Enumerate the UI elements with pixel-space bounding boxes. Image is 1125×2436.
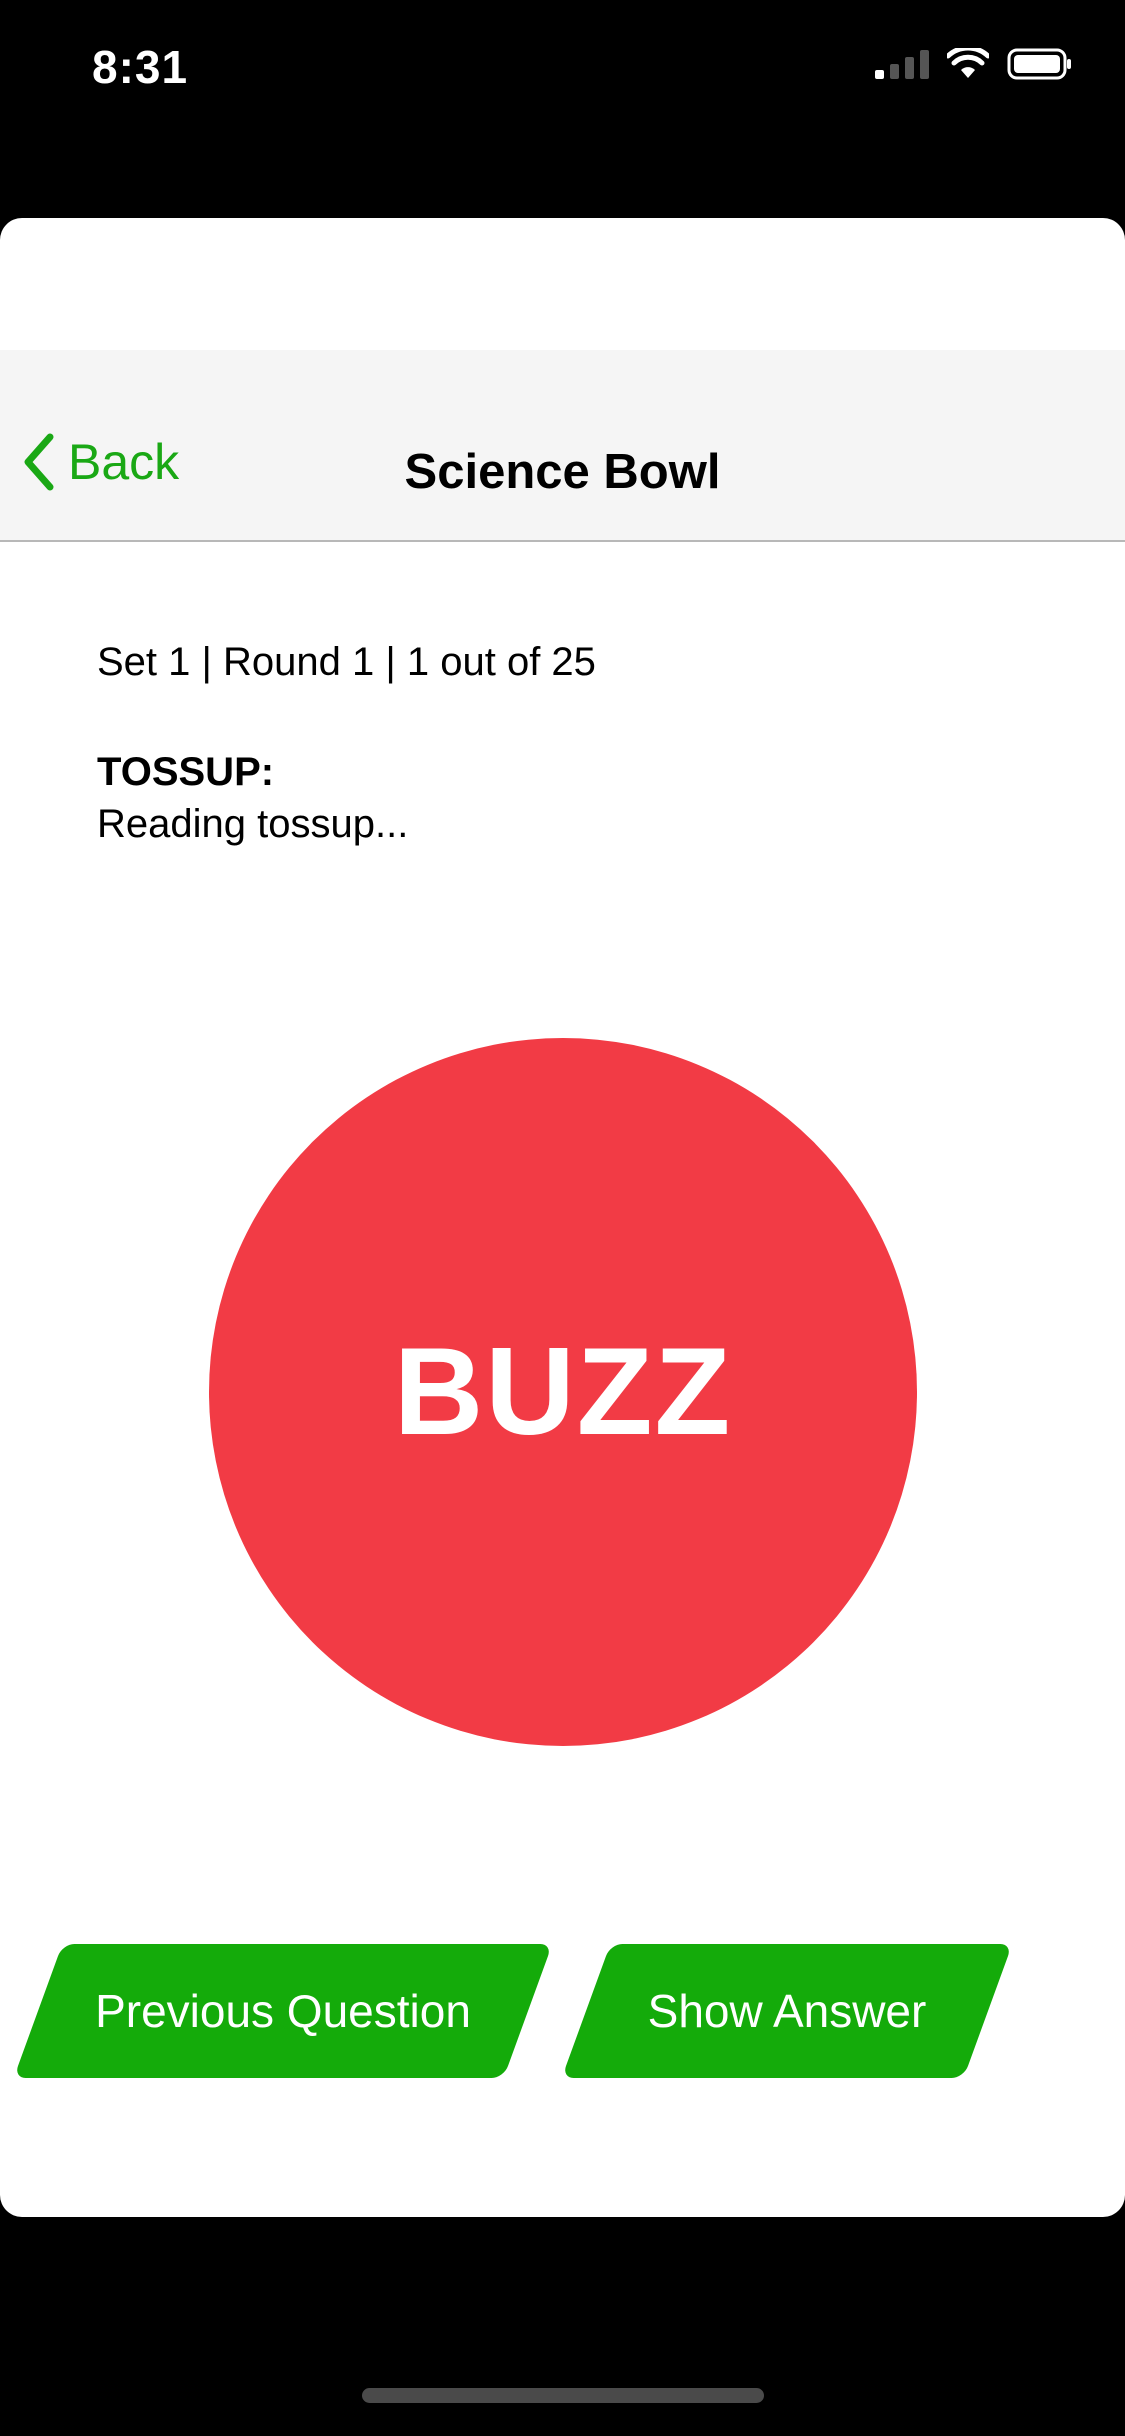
status-time: 8:31	[92, 41, 189, 93]
status-icons	[875, 48, 1073, 80]
wifi-icon	[947, 48, 989, 78]
phone-frame: 8:31 Back Science Bowl Set 1 | Round 1 |…	[0, 0, 1125, 2436]
question-text: Reading tossup...	[97, 802, 409, 846]
device-notch	[250, 0, 875, 95]
page-title: Science Bowl	[404, 445, 721, 499]
show-answer-label: Show Answer	[647, 1985, 927, 2037]
show-answer-button[interactable]: Show Answer	[561, 1944, 1013, 2078]
app-screen: Back Science Bowl Set 1 | Round 1 | 1 ou…	[0, 218, 1125, 2217]
cellular-signal-icon	[875, 49, 929, 79]
previous-question-button[interactable]: Previous Question	[13, 1944, 553, 2078]
buzz-label: BUZZ	[393, 1323, 733, 1461]
question-type-label: TOSSUP:	[97, 750, 275, 794]
previous-question-label: Previous Question	[95, 1985, 471, 2037]
question-progress-text: Set 1 | Round 1 | 1 out of 25	[97, 640, 596, 684]
home-indicator[interactable]	[362, 2388, 764, 2403]
buzz-button[interactable]: BUZZ	[209, 1038, 917, 1746]
battery-icon	[1007, 48, 1071, 80]
